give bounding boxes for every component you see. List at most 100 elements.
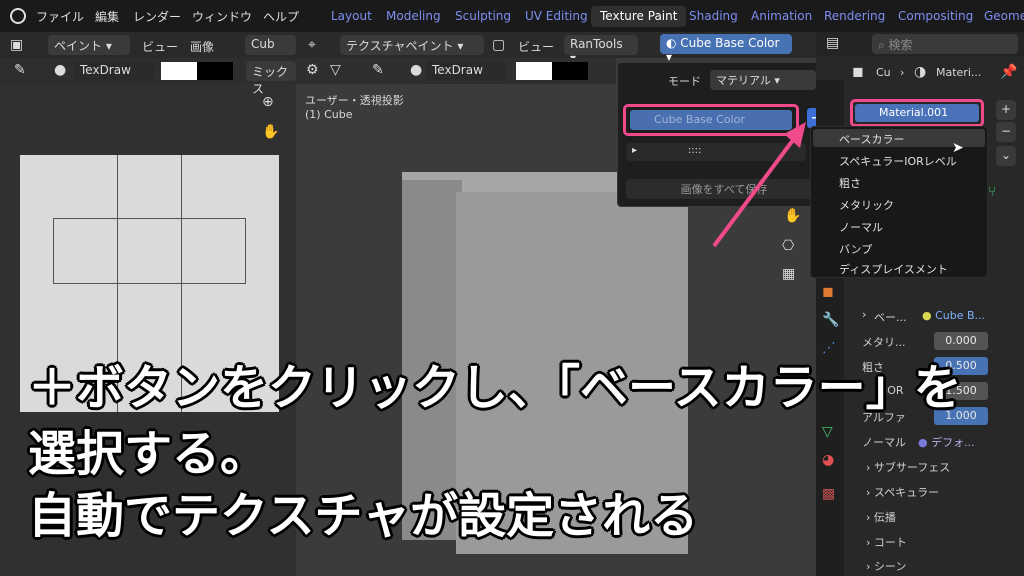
uv-edge [53, 218, 54, 283]
menu-item-base-color[interactable]: ベースカラー [839, 131, 904, 147]
viewport-view-menu[interactable]: ビュー [518, 38, 554, 55]
prop-value-base[interactable]: ● Cube B... [922, 309, 985, 322]
section-sheen-label: シーン [873, 560, 907, 573]
editor-type-icon[interactable]: ▣ [10, 37, 23, 53]
viewport-brush-label: TexDraw [432, 63, 483, 77]
brush-icon[interactable]: ✎ [14, 62, 26, 78]
brush-name-field[interactable]: TexDraw [74, 61, 154, 81]
material-tab-icon[interactable]: ◕ [822, 452, 834, 468]
menu-item-bump[interactable]: バンプ [839, 241, 872, 257]
section-specular[interactable]: › スペキュラー [866, 484, 939, 500]
section-transmission[interactable]: › 伝播 [866, 509, 896, 525]
menu-item-specular-ior[interactable]: スペキュラーIORレベル [839, 153, 957, 169]
breadcrumb-material: Materi... [936, 66, 982, 79]
texture-paint-mode-label: テクスチャペイント [346, 39, 454, 53]
prop-label-base: ベー... [874, 311, 907, 324]
zoom-icon[interactable]: ⊕ [262, 94, 274, 110]
uv-edge [53, 218, 246, 219]
arrow-head [784, 122, 806, 148]
menu-file[interactable]: ファイル [36, 8, 84, 25]
properties-header: ▤ ⌕ 検索 [816, 32, 1024, 56]
image-selector[interactable]: Cub [245, 35, 296, 55]
primary-color-swatch[interactable] [161, 62, 197, 80]
caption-line-1: ＋ボタンをクリックし、「ベースカラー」を [28, 360, 962, 416]
material-slot-menu-button[interactable]: ⌄ [996, 146, 1016, 166]
tab-animation[interactable]: Animation [742, 6, 821, 27]
rantools-dropdown[interactable]: RanTools ▾ [564, 35, 638, 65]
image-editor-header: ▣ ペイント ▾ ビュー 画像 Cub [0, 32, 296, 58]
tab-shading[interactable]: Shading [680, 6, 747, 27]
add-material-slot-button[interactable]: + [996, 100, 1016, 120]
row-expand-icon[interactable]: › [862, 308, 866, 321]
filter-icon[interactable]: ▽ [330, 62, 341, 78]
object-tab-icon[interactable]: ◼ [822, 284, 834, 300]
left-image-menu[interactable]: 画像 [190, 38, 214, 55]
menu-item-roughness[interactable]: 粗さ [839, 175, 861, 191]
section-subsurface[interactable]: › サブサーフェス [866, 459, 950, 475]
socket-violet-icon: ● [918, 436, 928, 449]
slot-mode-dropdown[interactable]: マテリアル ▾ [710, 70, 816, 90]
remove-material-slot-button[interactable]: − [996, 122, 1016, 142]
blender-logo-icon[interactable] [10, 8, 26, 24]
menu-edit[interactable]: 編集 [95, 8, 119, 25]
viewport-primary-swatch[interactable] [516, 62, 552, 80]
viewport-brush-field[interactable]: TexDraw [426, 61, 506, 81]
prop-value-normal-text: デフォ... [931, 436, 975, 449]
perspective-grid-icon[interactable]: ▦ [782, 266, 795, 282]
viewport-projection-text: ユーザー・透視投影 [305, 94, 404, 107]
canvas-icon[interactable]: ▢ [492, 37, 505, 53]
menu-render[interactable]: レンダー [133, 8, 181, 25]
material-slot-item[interactable]: Material.001 [855, 104, 979, 122]
top-menubar: ファイル 編集 レンダー ウィンドウ ヘルプ Layout Modeling S… [0, 0, 1024, 32]
uv-edge [245, 218, 246, 283]
prop-value-normal[interactable]: ● デフォ... [918, 434, 975, 450]
viewport-editor-type-icon[interactable]: ⌖ [308, 37, 316, 53]
arrow-shaft [712, 134, 798, 248]
texture-paint-mode-dropdown[interactable]: テクスチャペイント ▾ [340, 35, 484, 55]
menu-window[interactable]: ウィンドウ [192, 8, 252, 25]
left-view-menu[interactable]: ビュー [142, 38, 178, 55]
node-tree-icon[interactable]: ⑂ [988, 184, 996, 200]
tab-sculpting[interactable]: Sculpting [446, 6, 520, 27]
properties-search-placeholder: 検索 [888, 38, 913, 52]
modifier-tab-icon[interactable]: 🔧 [822, 312, 839, 328]
data-tab-icon[interactable]: ▽ [822, 424, 833, 440]
brush-name-label: TexDraw [80, 63, 131, 77]
hand-pan-icon[interactable]: ✋ [262, 124, 279, 140]
caption-line-2: 選択する。 [28, 426, 269, 482]
annotation-arrow [712, 122, 806, 248]
properties-search-input[interactable]: ⌕ 検索 [872, 34, 1018, 54]
pin-icon[interactable]: 📌 [1000, 64, 1017, 80]
menu-item-displacement[interactable]: ディスプレイスメント [839, 261, 948, 277]
tab-rendering[interactable]: Rendering [815, 6, 894, 27]
texture-tab-icon[interactable]: ▩ [822, 486, 835, 502]
blend-mode-dropdown[interactable]: ミックス [246, 61, 296, 96]
rantools-label: RanTools [570, 37, 623, 51]
tab-compositing[interactable]: Compositing [889, 6, 982, 27]
texture-slots-button[interactable]: ◐ Cube Base Color ▾ [660, 34, 792, 64]
socket-yellow-icon: ● [922, 309, 932, 322]
section-coat[interactable]: › コート [866, 534, 907, 550]
tab-uv-editing[interactable]: UV Editing [516, 6, 597, 27]
tab-layout[interactable]: Layout [322, 6, 381, 27]
viewport-secondary-swatch[interactable] [552, 62, 588, 80]
secondary-color-swatch[interactable] [197, 62, 233, 80]
menu-item-normal[interactable]: ノーマル [839, 219, 883, 235]
breadcrumb-separator: › [900, 66, 905, 79]
brush-preview-icon[interactable]: ● [54, 62, 66, 78]
menu-help[interactable]: ヘルプ [263, 8, 299, 25]
section-sheen[interactable]: › シーン [866, 558, 906, 574]
menu-item-metallic[interactable]: メタリック [839, 197, 894, 213]
texture-slots-label: Cube Base Color [680, 36, 780, 50]
viewport-brush-preview-icon[interactable]: ● [410, 62, 422, 78]
paint-mode-dropdown[interactable]: ペイント ▾ [48, 35, 130, 55]
settings-gear-icon[interactable]: ⚙ [306, 62, 319, 78]
tab-modeling[interactable]: Modeling [377, 6, 450, 27]
tab-texture-paint[interactable]: Texture Paint [591, 6, 687, 27]
section-transmission-label: 伝播 [873, 511, 896, 524]
viewport-object-text: (1) Cube [305, 108, 353, 121]
viewport-brush-icon[interactable]: ✎ [372, 62, 384, 78]
section-coat-label: コート [873, 536, 907, 549]
tab-geometry[interactable]: Geomet [975, 6, 1024, 27]
properties-editor-type-icon[interactable]: ▤ [826, 35, 839, 51]
